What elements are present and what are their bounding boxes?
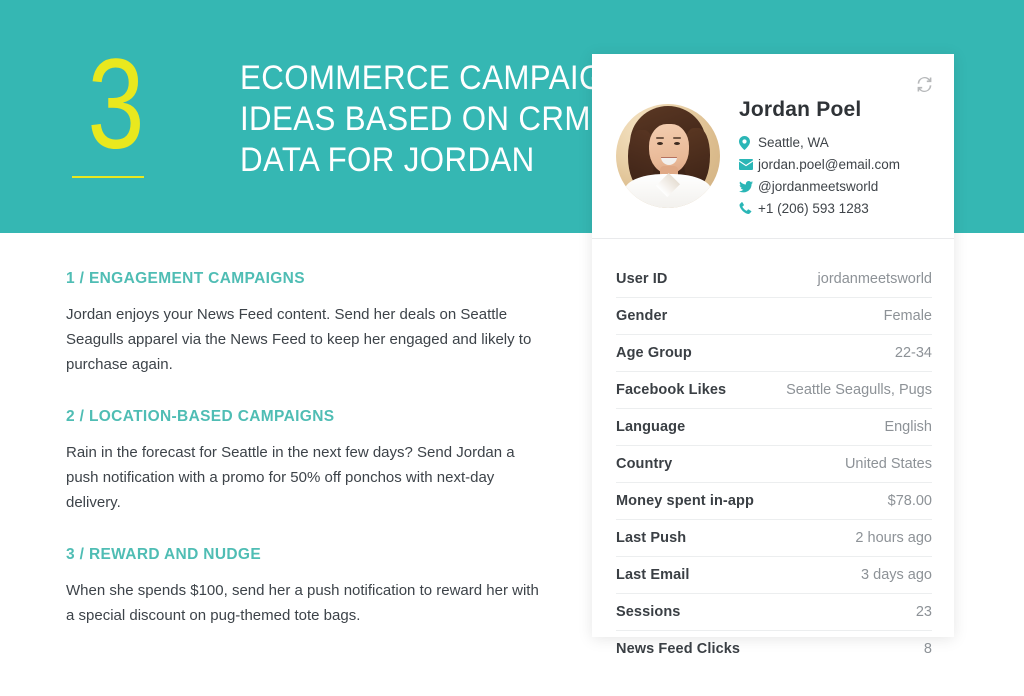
- row-label: Country: [616, 456, 673, 472]
- table-row: Last Push 2 hours ago: [616, 520, 932, 557]
- table-row: Country United States: [616, 446, 932, 483]
- section-heading: 1 / Engagement Campaigns: [66, 270, 305, 287]
- refresh-icon[interactable]: [913, 73, 935, 95]
- section-numeral-block: 3: [66, 33, 176, 178]
- table-row: Age Group 22-34: [616, 335, 932, 372]
- section-heading: 3 / Reward and Nudge: [66, 546, 262, 563]
- row-label: News Feed Clicks: [616, 641, 741, 657]
- page-title: Ecommerce Campaign Ideas Based on CRM Da…: [240, 59, 627, 179]
- profile-name: Jordan Poel: [739, 98, 862, 121]
- location-pin-icon: [739, 135, 758, 150]
- row-value: 23: [915, 604, 932, 620]
- twitter-bird-icon: [739, 179, 758, 194]
- row-label: Sessions: [616, 604, 681, 620]
- contact-phone: +1 (206) 593 1283: [739, 201, 900, 216]
- contact-location: Seattle, WA: [739, 135, 900, 150]
- profile-identity: Jordan Poel Seattle, WA jordan.poel@emai…: [739, 82, 900, 216]
- row-label: Age Group: [616, 345, 692, 361]
- section-body: When she spends $100, send her a push no…: [66, 582, 539, 624]
- row-value: United States: [844, 456, 932, 472]
- table-row: Gender Female: [616, 298, 932, 335]
- row-value: English: [884, 419, 932, 435]
- row-label: Facebook Likes: [616, 382, 727, 398]
- row-label: User ID: [616, 271, 668, 287]
- section-heading: 2 / Location-Based Campaigns: [66, 408, 335, 425]
- row-label: Money spent in-app: [616, 493, 754, 509]
- envelope-icon: [739, 157, 758, 172]
- contact-email-value: jordan.poel@email.com: [758, 157, 901, 172]
- crm-attributes-table: User ID jordanmeetsworld Gender Female A…: [592, 239, 954, 667]
- campaign-ideas-list: 1 / Engagement Campaigns Jordan enjoys y…: [66, 270, 556, 628]
- table-row: Facebook Likes Seattle Seagulls, Pugs: [616, 372, 932, 409]
- row-value: jordanmeetsworld: [817, 271, 932, 287]
- contact-twitter-value: @jordanmeetsworld: [758, 179, 879, 194]
- crm-profile-card: Jordan Poel Seattle, WA jordan.poel@emai…: [592, 54, 954, 657]
- section-numeral: 3: [87, 33, 145, 176]
- phone-icon: [739, 201, 758, 216]
- row-value: 22-34: [894, 345, 932, 361]
- table-row: Language English: [616, 409, 932, 446]
- table-row: User ID jordanmeetsworld: [616, 261, 932, 298]
- row-label: Last Email: [616, 567, 690, 583]
- header-inner: 3 Ecommerce Campaign Ideas Based on CRM …: [66, 33, 660, 181]
- infographic-page: 3 Ecommerce Campaign Ideas Based on CRM …: [0, 0, 1024, 696]
- profile-header: Jordan Poel Seattle, WA jordan.poel@emai…: [592, 54, 954, 238]
- table-row: Sessions 23: [616, 594, 932, 631]
- contact-twitter: @jordanmeetsworld: [739, 179, 900, 194]
- row-value: $78.00: [887, 493, 932, 509]
- row-value: Female: [883, 308, 932, 324]
- row-label: Last Push: [616, 530, 687, 546]
- table-row: News Feed Clicks 8: [616, 631, 932, 667]
- row-value: Seattle Seagulls, Pugs: [786, 382, 932, 398]
- row-label: Language: [616, 419, 686, 435]
- campaign-section: 3 / Reward and Nudge When she spends $10…: [66, 546, 556, 628]
- table-row: Last Email 3 days ago: [616, 557, 932, 594]
- row-label: Gender: [616, 308, 668, 324]
- contact-location-value: Seattle, WA: [758, 135, 829, 150]
- row-value: 2 hours ago: [855, 530, 932, 546]
- numeral-underline-rule: [72, 176, 144, 178]
- avatar: [616, 104, 720, 208]
- table-row: Money spent in-app $78.00: [616, 483, 932, 520]
- section-body: Jordan enjoys your News Feed content. Se…: [66, 306, 532, 373]
- campaign-section: 1 / Engagement Campaigns Jordan enjoys y…: [66, 270, 556, 377]
- row-value: 8: [923, 641, 932, 657]
- contact-email: jordan.poel@email.com: [739, 157, 900, 172]
- section-body: Rain in the forecast for Seattle in the …: [66, 444, 515, 511]
- campaign-section: 2 / Location-Based Campaigns Rain in the…: [66, 408, 556, 515]
- row-value: 3 days ago: [861, 567, 932, 583]
- contact-phone-value: +1 (206) 593 1283: [758, 201, 869, 216]
